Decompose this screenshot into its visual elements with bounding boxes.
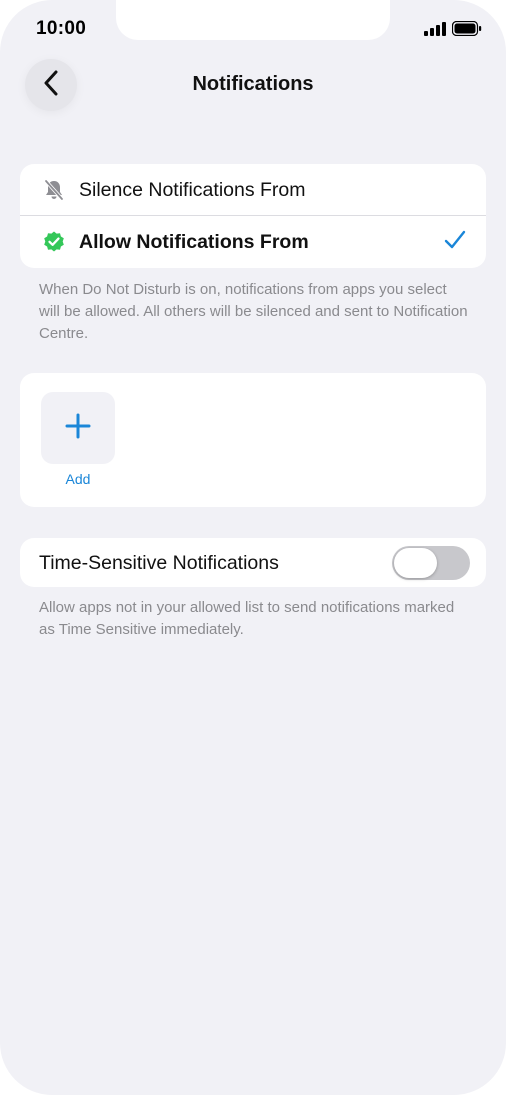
time-sensitive-card: Time-Sensitive Notifications: [20, 538, 486, 587]
option-label: Allow Notifications From: [79, 230, 309, 253]
time-sensitive-footnote: Allow apps not in your allowed list to s…: [39, 599, 455, 638]
page-title: Notifications: [192, 73, 314, 95]
plus-icon: [65, 413, 91, 444]
option-allow-notifications[interactable]: Allow Notifications From: [20, 216, 486, 268]
option-silence-notifications[interactable]: Silence Notifications From: [20, 164, 486, 216]
add-app-label[interactable]: Add: [41, 471, 115, 487]
phone-screen: 10:00 Notifications Silence Notification…: [0, 0, 506, 1095]
option-label: Silence Notifications From: [79, 178, 306, 201]
battery-icon: [451, 20, 482, 41]
bell-slash-icon: [42, 178, 66, 202]
device-notch: [116, 0, 390, 40]
status-time: 10:00: [36, 18, 87, 39]
notification-mode-card: Silence Notifications From Allow Notific…: [20, 164, 486, 268]
verified-badge-icon: [42, 230, 66, 254]
time-sensitive-label: Time-Sensitive Notifications: [39, 552, 279, 574]
checkmark-icon: [444, 230, 466, 255]
cellular-signal-icon: [424, 21, 446, 41]
notification-mode-footnote: When Do Not Disturb is on, notifications…: [39, 281, 468, 342]
toggle-knob: [394, 548, 437, 578]
status-icons: [424, 20, 482, 41]
allowed-apps-card: Add: [20, 373, 486, 507]
time-sensitive-toggle[interactable]: [392, 546, 470, 580]
add-app-button[interactable]: [41, 392, 115, 464]
